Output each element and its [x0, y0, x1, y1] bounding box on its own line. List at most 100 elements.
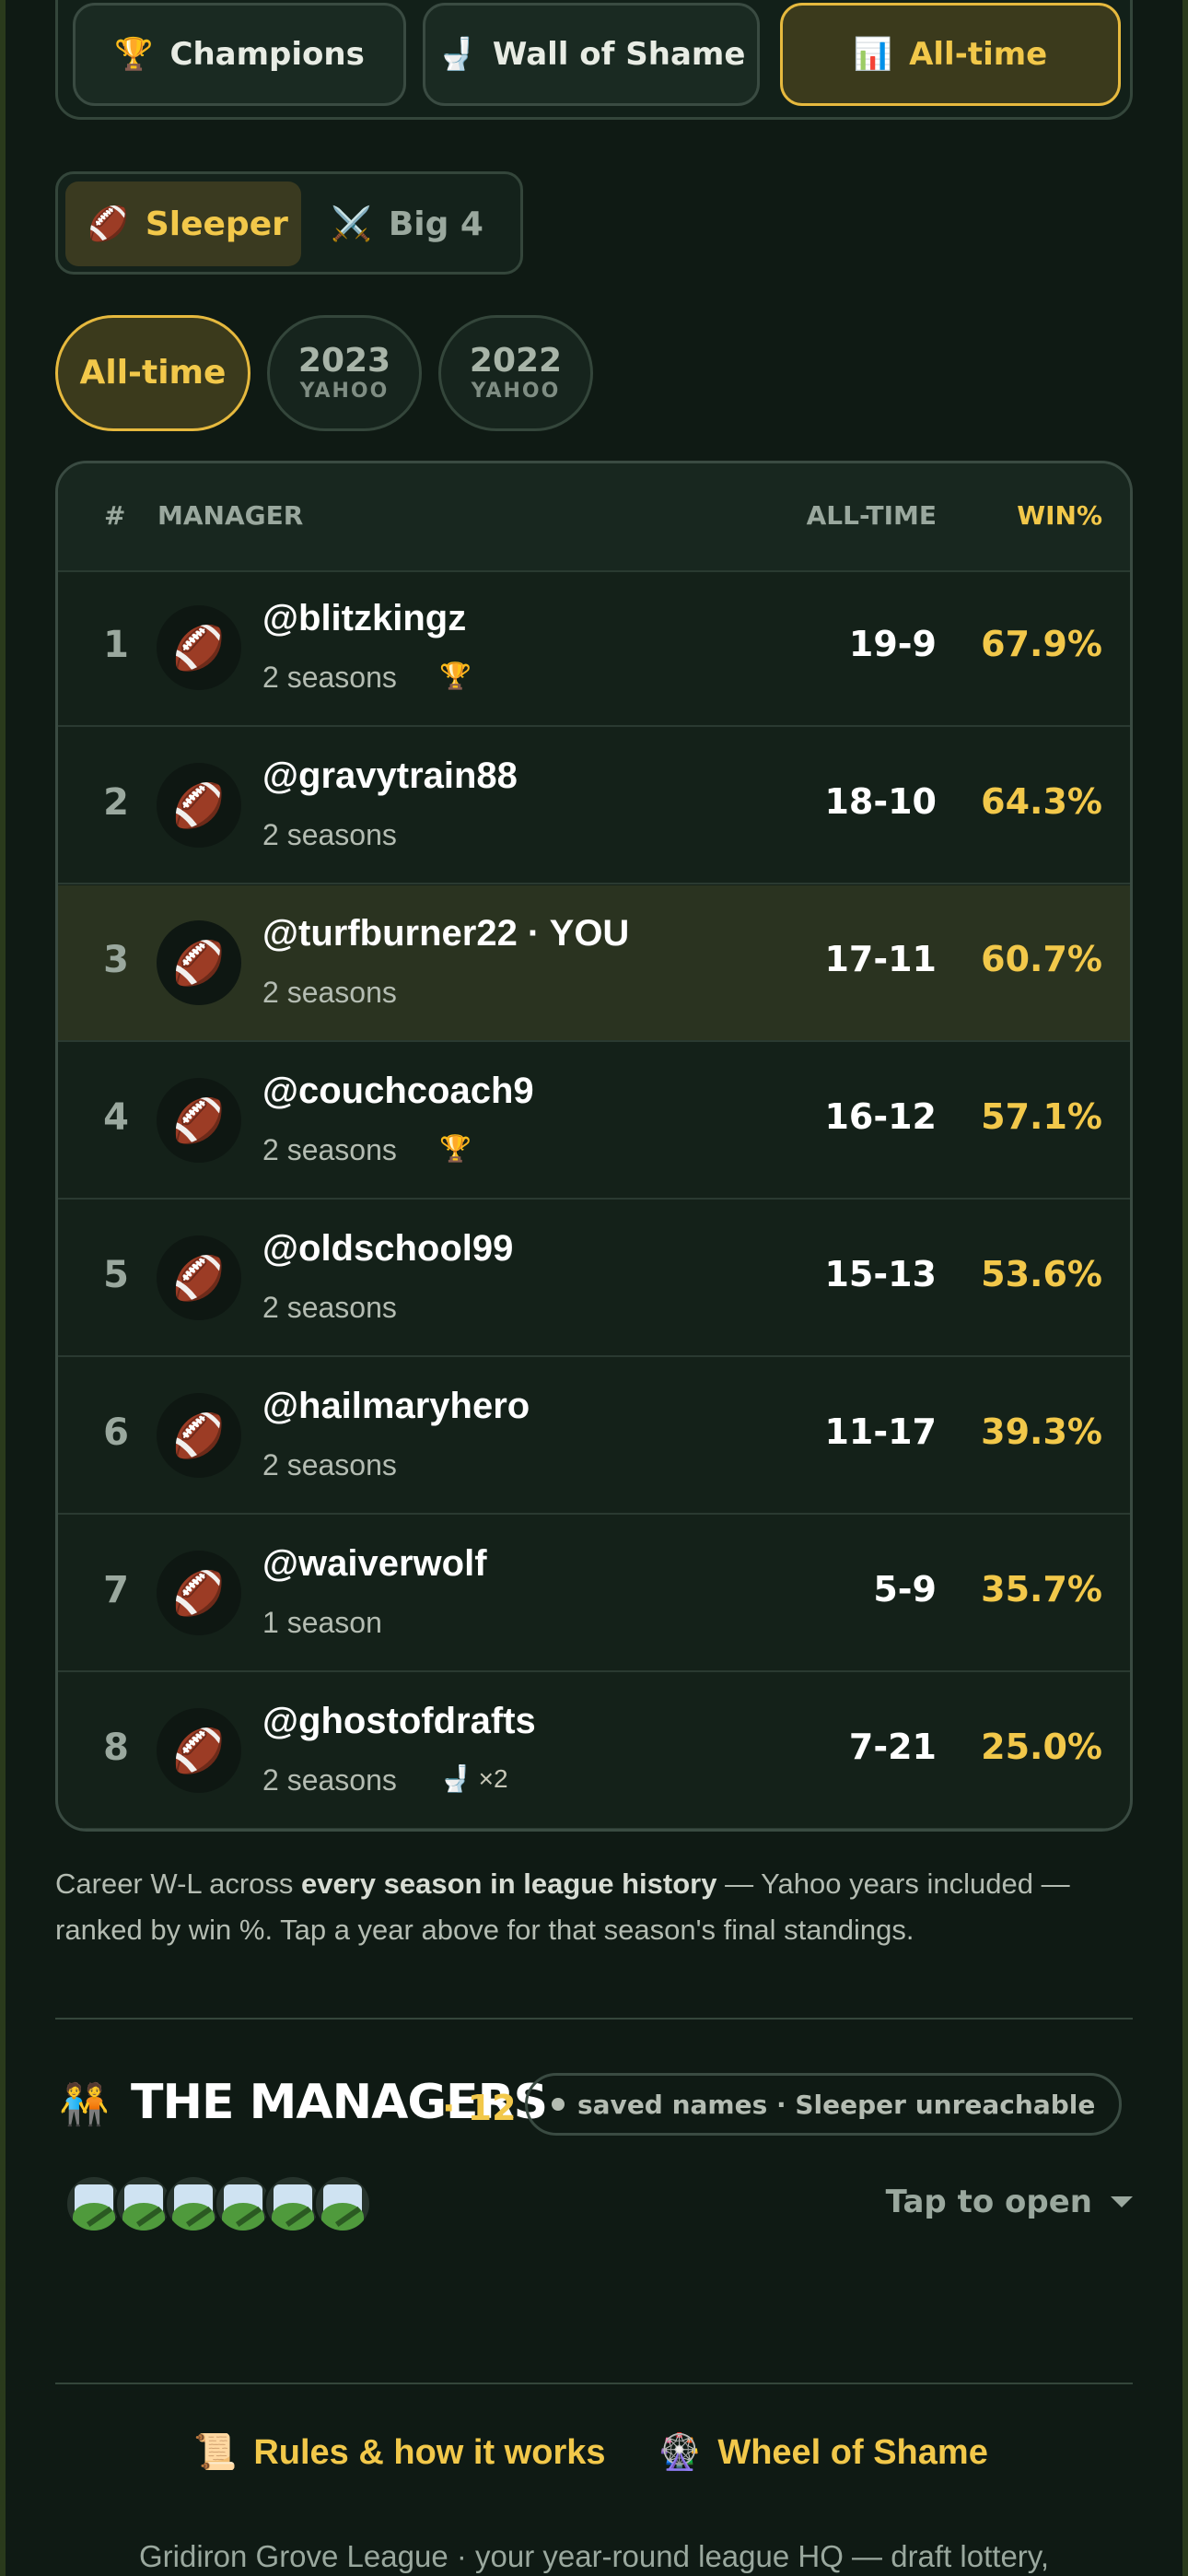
- manager-name: @blitzkingz: [262, 598, 467, 638]
- ferris-wheel-icon: 🎡: [658, 2433, 702, 2472]
- year-pill-2023[interactable]: 2023 YAHOO: [267, 315, 422, 431]
- football-avatar-icon: 🏈: [157, 920, 241, 1005]
- managers-status-badge: saved names · Sleeper unreachable: [525, 2073, 1123, 2136]
- all-time-record: 7-21: [848, 1727, 937, 1767]
- win-percentage: 53.6%: [981, 1254, 1102, 1294]
- people-icon: 🧑‍🤝‍🧑: [59, 2082, 110, 2127]
- football-avatar-icon: 🏈: [157, 1235, 241, 1320]
- year-pill-source: YAHOO: [471, 380, 561, 403]
- all-time-record: 16-12: [824, 1096, 937, 1137]
- year-pill-source: YAHOO: [299, 380, 390, 403]
- football-avatar-icon: 🏈: [157, 1551, 241, 1635]
- view-tabs: 🏆 Champions 🚽 Wall of Shame 📊 All-time: [55, 0, 1133, 120]
- football-icon: 🏈: [87, 205, 129, 243]
- football-avatar-icon: 🏈: [157, 1078, 241, 1163]
- year-pill-label: 2023: [297, 342, 391, 380]
- manager-name: @gravytrain88: [262, 755, 518, 796]
- win-percentage: 64.3%: [981, 781, 1102, 822]
- manager-seasons: 2 seasons: [262, 1763, 397, 1797]
- table-row[interactable]: 1 🏈 @blitzkingz 2 seasons 🏆 19-9 67.9%: [58, 570, 1130, 727]
- tap-to-open-button[interactable]: Tap to open: [886, 2184, 1133, 2220]
- manager-name: @couchcoach9: [262, 1071, 534, 1111]
- all-time-record: 19-9: [848, 624, 937, 664]
- table-row[interactable]: 2 🏈 @gravytrain88 2 seasons 18-10 64.3%: [58, 728, 1130, 884]
- win-percentage: 60.7%: [981, 939, 1102, 979]
- source-label: Sleeper: [145, 205, 288, 243]
- manager-name: @ghostofdrafts: [262, 1701, 536, 1741]
- divider: [55, 2018, 1133, 2020]
- manager-name: @hailmaryhero: [262, 1386, 530, 1426]
- header-rank: #: [104, 500, 126, 531]
- header-win-pct: WIN%: [1017, 500, 1102, 531]
- manager-avatar-stack[interactable]: [64, 2174, 433, 2235]
- manager-seasons: 2 seasons: [262, 661, 397, 694]
- football-avatar-icon: 🏈: [157, 763, 241, 848]
- manager-badge-icon: 🏆: [439, 662, 472, 690]
- year-pill-label: 2022: [469, 342, 563, 380]
- manager-seasons: 2 seasons: [262, 1133, 397, 1166]
- chevron-down-icon: [1111, 2196, 1133, 2207]
- football-avatar-icon: 🏈: [157, 1393, 241, 1478]
- scroll-icon: 📜: [193, 2433, 238, 2472]
- wheel-of-shame-label: Wheel of Shame: [717, 2432, 988, 2472]
- footer-links: 📜 Rules & how it works 🎡 Wheel of Shame: [55, 2432, 1133, 2497]
- manager-seasons: 2 seasons: [262, 976, 397, 1009]
- all-time-record: 15-13: [824, 1254, 937, 1294]
- manager-name: @turfburner22 · YOU: [262, 913, 630, 954]
- row-rank: 1: [103, 624, 129, 666]
- source-label: Big 4: [388, 205, 483, 243]
- manager-seasons: 2 seasons: [262, 1448, 397, 1481]
- win-percentage: 57.1%: [981, 1096, 1102, 1137]
- row-rank: 5: [103, 1254, 129, 1296]
- row-rank: 2: [103, 781, 129, 824]
- row-rank: 4: [103, 1096, 129, 1139]
- source-big4-button[interactable]: ⚔️ Big 4: [309, 181, 517, 266]
- header-record: ALL-TIME: [806, 500, 937, 531]
- note-emphasis: every season in league history: [301, 1868, 717, 1900]
- manager-name: @oldschool99: [262, 1228, 514, 1269]
- year-pill-2022[interactable]: 2022 YAHOO: [438, 315, 593, 431]
- footer-text: Gridiron Grove League · your year-round …: [138, 2539, 1050, 2573]
- standings-table: # MANAGER ALL-TIME WIN% 1 🏈 @blitzkingz 2 s…: [55, 461, 1133, 1832]
- table-row[interactable]: 5 🏈 @oldschool99 2 seasons 15-13 53.6%: [58, 1200, 1130, 1357]
- managers-header[interactable]: 🧑‍🤝‍🧑 THE MANAGERS · 12 saved names · Sl…: [55, 2069, 1133, 2139]
- header-manager: MANAGER: [157, 500, 304, 531]
- table-row[interactable]: 3 🏈 @turfburner22 · YOU 2 seasons 17-11 60.7%: [58, 885, 1130, 1042]
- tab-all-time[interactable]: 📊 All-time: [780, 3, 1121, 106]
- manager-seasons: 2 seasons: [262, 818, 397, 851]
- manager-name: @waiverwolf: [262, 1543, 487, 1584]
- all-time-record: 17-11: [824, 939, 937, 979]
- status-text: saved names · Sleeper unreachable: [577, 2089, 1096, 2120]
- table-row[interactable]: 4 🏈 @couchcoach9 2 seasons 🏆 16-12 57.1%: [58, 1043, 1130, 1200]
- win-percentage: 35.7%: [981, 1569, 1102, 1610]
- toilet-icon: 🚽: [437, 36, 476, 73]
- win-percentage: 25.0%: [981, 1727, 1102, 1767]
- row-rank: 7: [103, 1569, 129, 1611]
- all-time-record: 11-17: [824, 1411, 937, 1452]
- standings-note: Career W-L across every season in league…: [55, 1861, 1133, 1953]
- divider: [55, 2383, 1133, 2384]
- tab-label: Wall of Shame: [492, 36, 746, 73]
- football-avatar-icon: 🏈: [157, 1708, 241, 1793]
- tap-to-open-label: Tap to open: [885, 2184, 1092, 2220]
- table-row[interactable]: 6 🏈 @hailmaryhero 2 seasons 11-17 39.3%: [58, 1358, 1130, 1515]
- tab-wall-of-shame[interactable]: 🚽 Wall of Shame: [423, 3, 760, 106]
- row-rank: 3: [103, 939, 129, 981]
- wheel-of-shame-link[interactable]: 🎡 Wheel of Shame: [658, 2432, 988, 2473]
- tab-label: Champions: [169, 36, 365, 73]
- table-row[interactable]: 8 🏈 @ghostofdrafts 2 seasons 🚽 ×2 7-21 25.0%: [58, 1673, 1130, 1829]
- football-avatar-icon: 🏈: [157, 605, 241, 690]
- rules-link[interactable]: 📜 Rules & how it works: [193, 2432, 606, 2473]
- status-dot-icon: [552, 2098, 565, 2111]
- crossed-swords-icon: ⚔️: [331, 205, 372, 243]
- trophy-icon: 🏆: [114, 36, 154, 73]
- table-row[interactable]: 7 🏈 @waiverwolf 1 season 5-9 35.7%: [58, 1516, 1130, 1672]
- table-header: # MANAGER ALL-TIME WIN%: [58, 463, 1130, 572]
- win-percentage: 39.3%: [981, 1411, 1102, 1452]
- source-sleeper-button[interactable]: 🏈 Sleeper: [65, 181, 301, 266]
- all-time-record: 5-9: [873, 1569, 937, 1610]
- year-pill-all-time[interactable]: All-time: [55, 315, 250, 431]
- note-text: Career W-L across: [55, 1868, 302, 1900]
- tab-champions[interactable]: 🏆 Champions: [73, 3, 406, 106]
- row-rank: 8: [103, 1727, 129, 1769]
